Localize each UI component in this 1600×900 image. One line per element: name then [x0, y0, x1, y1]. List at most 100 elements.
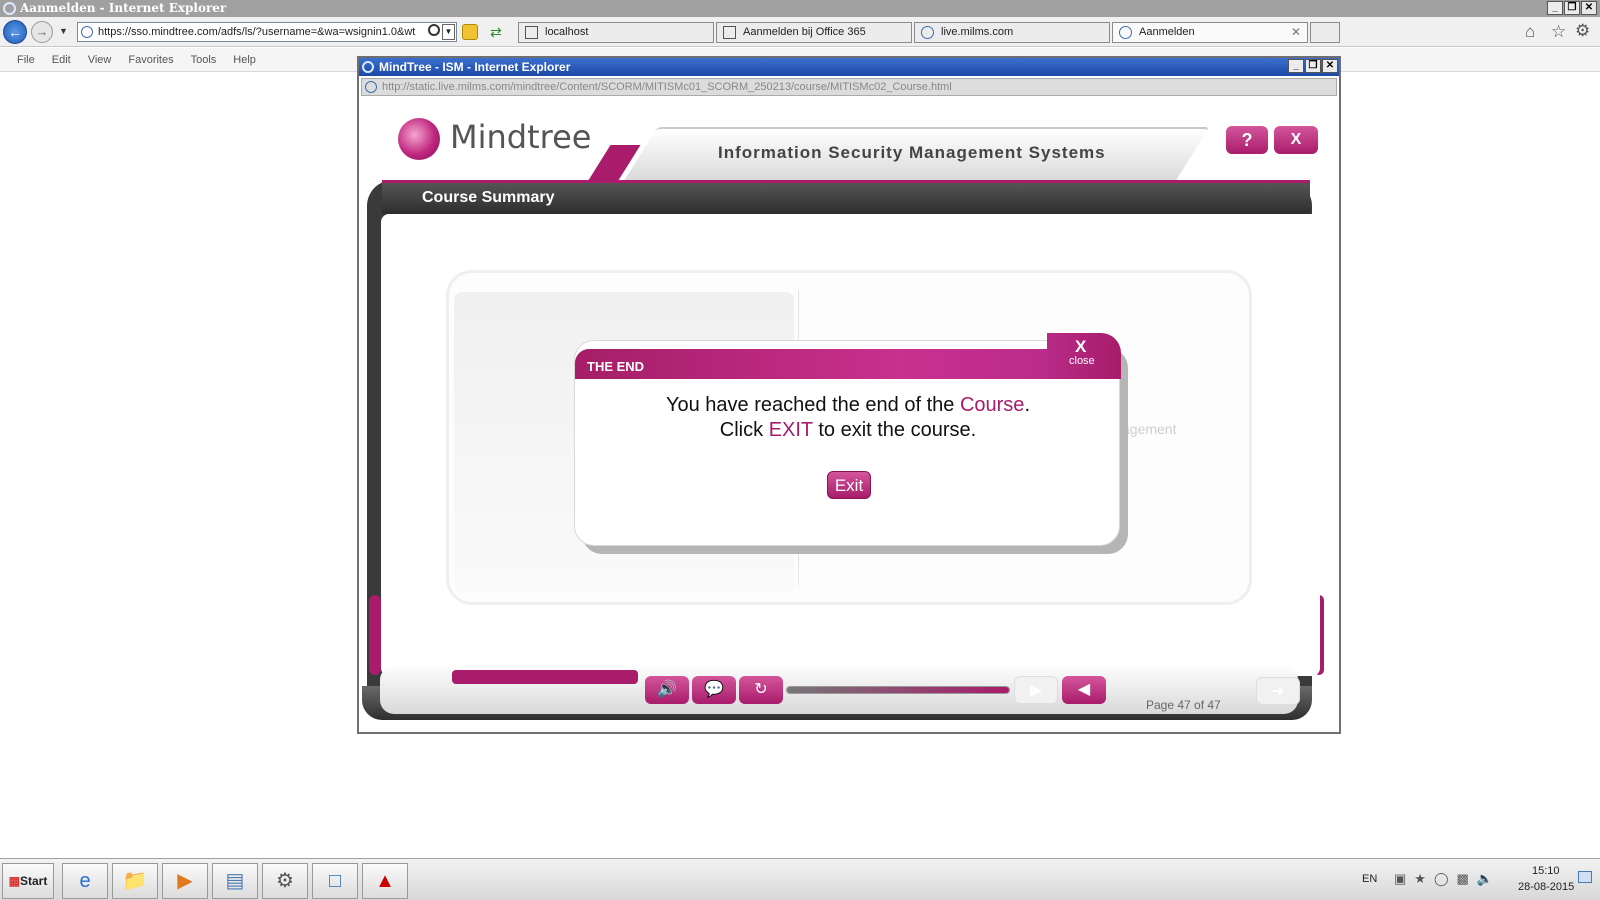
tab-label: Aanmelden bij Office 365	[743, 26, 866, 38]
start-label: Start	[20, 874, 48, 888]
windows-logo-icon: ▦	[8, 874, 20, 888]
tray-icons: ▣★◯▩🔈	[1394, 871, 1501, 887]
close-window-button[interactable]: ✕	[1581, 1, 1597, 15]
dialog-title: THE END	[587, 359, 645, 374]
progress-fill	[787, 687, 1009, 693]
progress-track	[786, 686, 1010, 694]
page-icon	[81, 26, 93, 38]
close-x-icon: X	[1075, 337, 1087, 356]
tab-label: Aanmelden	[1139, 26, 1195, 38]
show-desktop-icon[interactable]	[1578, 871, 1592, 883]
clock-date[interactable]: 28-08-2015	[1518, 881, 1574, 893]
address-text: https://sso.mindtree.com/adfs/ls/?userna…	[98, 26, 416, 38]
display-tray-icon[interactable]: ▩	[1457, 871, 1477, 886]
course-highlight: Course	[959, 394, 1025, 416]
menu-edit[interactable]: Edit	[52, 48, 71, 72]
tab-localhost[interactable]: localhost	[518, 22, 714, 43]
tab-page-icon	[525, 26, 538, 39]
gear-icon[interactable]: ⚙	[1575, 21, 1590, 41]
ie-titlebar: Aanmelden - Internet Explorer _ ❐ ✕	[0, 0, 1600, 17]
home-icon[interactable]: ⌂	[1525, 22, 1535, 42]
taskbar: ▦Start e 📁 ▶ ▤ ⚙ □ ▲ EN ▣★◯▩🔈 15:10 28-0…	[0, 858, 1600, 900]
popup-url-bar: http://static.live.milms.com/mindtree/Co…	[361, 78, 1337, 96]
logo: Mindtree	[398, 116, 598, 160]
new-tab-button[interactable]	[1310, 22, 1340, 43]
ie-logo-icon	[362, 61, 374, 73]
popup-minimize-button[interactable]: _	[1288, 59, 1304, 73]
pdf-taskbar-icon[interactable]: ▲	[362, 863, 408, 899]
history-dropdown-icon[interactable]: ▼	[59, 26, 68, 36]
minimize-button[interactable]: _	[1547, 1, 1563, 15]
ie-page-icon	[365, 81, 377, 93]
popup-restore-button[interactable]: ❐	[1305, 59, 1321, 73]
tab-label: live.milms.com	[941, 26, 1014, 38]
window-title: Aanmelden - Internet Explorer	[20, 1, 227, 15]
volume-button[interactable]: 🔊	[645, 676, 689, 704]
forward-page-button-disabled: ➜	[1256, 677, 1300, 705]
tab-page-icon	[723, 26, 736, 39]
folder-taskbar-icon[interactable]: 📁	[112, 863, 158, 899]
media-player-taskbar-icon[interactable]: ▶	[162, 863, 208, 899]
menu-favorites[interactable]: Favorites	[128, 48, 173, 72]
section-bar: Course Summary	[382, 180, 1310, 214]
dialog-message: You have reached the end of the Course. …	[575, 393, 1121, 443]
bottom-accent-bar	[452, 670, 638, 684]
security-tray-icon[interactable]: ◯	[1434, 871, 1457, 886]
tab-ie-icon	[1119, 26, 1132, 39]
header-title: Information Security Management Systems	[718, 143, 1106, 162]
dialog-header: THE END	[575, 349, 1121, 379]
menu-tools[interactable]: Tools	[191, 48, 217, 72]
settings-taskbar-icon[interactable]: ⚙	[262, 863, 308, 899]
menu-file[interactable]: File	[17, 48, 35, 72]
lock-icon[interactable]	[462, 24, 478, 40]
back-button[interactable]: ←	[3, 20, 27, 44]
tab-aanmelden[interactable]: Aanmelden ✕	[1112, 22, 1308, 43]
tab-office365[interactable]: Aanmelden bij Office 365	[716, 22, 912, 43]
restore-button[interactable]: ❐	[1564, 1, 1580, 15]
popup-title: MindTree - ISM - Internet Explorer	[379, 60, 571, 74]
volume-tray-icon[interactable]: 🔈	[1477, 871, 1501, 886]
clock-time[interactable]: 15:10	[1532, 865, 1560, 877]
favorites-star-icon[interactable]: ☆	[1551, 22, 1566, 42]
transcript-button[interactable]: 💬	[692, 676, 736, 704]
start-button[interactable]: ▦Start	[2, 863, 54, 899]
notification-tray-icon[interactable]: ★	[1414, 871, 1434, 886]
exit-highlight: EXIT	[768, 419, 813, 441]
message-line-2: Click EXIT to exit the course.	[719, 419, 977, 441]
course-close-button[interactable]: X	[1274, 126, 1318, 154]
popup-close-button[interactable]: ✕	[1322, 59, 1338, 73]
tab-close-icon[interactable]: ✕	[1291, 23, 1301, 42]
network-tray-icon[interactable]: ▣	[1394, 871, 1414, 886]
faded-content-text: agement	[1122, 421, 1177, 437]
address-dropdown-button[interactable]: ▼	[442, 24, 455, 40]
exit-button[interactable]: Exit	[827, 471, 871, 499]
end-dialog: THE END X close You have reached the end…	[574, 333, 1121, 546]
notepad-taskbar-icon[interactable]: ▤	[212, 863, 258, 899]
message-line-1: You have reached the end of the Course.	[666, 394, 1030, 416]
menu-help[interactable]: Help	[233, 48, 256, 72]
popup-titlebar: MindTree - ISM - Internet Explorer _ ❐ ✕	[359, 58, 1339, 76]
dialog-close-button[interactable]: X close	[1047, 333, 1121, 379]
left-accent-stripe	[369, 595, 381, 675]
next-button-disabled: ▶	[1014, 676, 1058, 704]
mindtree-logo-icon	[398, 118, 440, 160]
page-indicator: Page 47 of 47	[1146, 698, 1221, 712]
section-title: Course Summary	[422, 189, 555, 206]
tab-ie-icon	[921, 26, 934, 39]
address-bar[interactable]: https://sso.mindtree.com/adfs/ls/?userna…	[77, 22, 457, 42]
search-icon[interactable]	[428, 24, 440, 36]
menu-view[interactable]: View	[88, 48, 112, 72]
forward-button[interactable]: →	[31, 21, 53, 43]
app-taskbar-icon[interactable]: □	[312, 863, 358, 899]
ie-navbar: ← → ▼ https://sso.mindtree.com/adfs/ls/?…	[0, 17, 1600, 47]
tab-live-milms[interactable]: live.milms.com	[914, 22, 1110, 43]
replay-button[interactable]: ↻	[739, 676, 783, 704]
refresh-icon[interactable]: ⇄	[490, 24, 508, 40]
back-page-button[interactable]: ◀	[1062, 676, 1106, 704]
ie-logo-icon	[3, 2, 16, 15]
ie-taskbar-icon[interactable]: e	[62, 863, 108, 899]
tab-label: localhost	[545, 26, 589, 38]
logo-text: Mindtree	[450, 118, 592, 156]
help-button[interactable]: ?	[1226, 126, 1268, 154]
language-indicator[interactable]: EN	[1362, 873, 1377, 885]
